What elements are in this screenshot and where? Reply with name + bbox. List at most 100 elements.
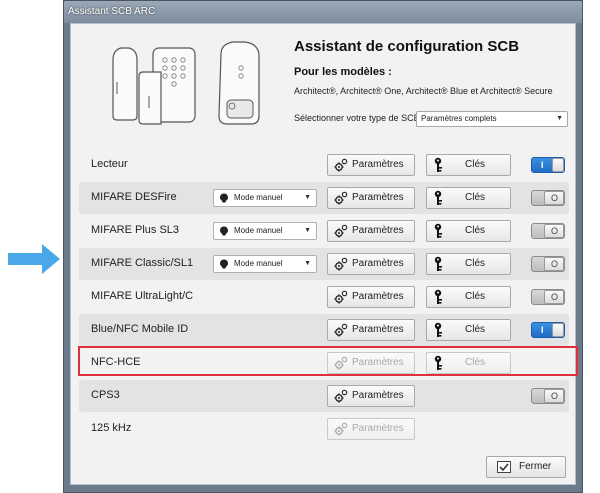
params-button[interactable]: Paramètres — [327, 187, 415, 209]
row-name: MIFARE DESFire — [91, 191, 177, 203]
key-icon — [434, 322, 442, 337]
keys-button[interactable]: Clés — [426, 220, 511, 242]
key-icon — [434, 190, 442, 205]
enable-toggle[interactable]: O — [531, 223, 565, 239]
params-label: Paramètres — [352, 324, 404, 335]
mode-select[interactable]: Mode manuel ▼ — [213, 189, 317, 207]
toggle-knob — [552, 323, 564, 337]
row-name: 125 kHz — [91, 422, 132, 434]
toggle-off-mark: O — [550, 391, 558, 401]
gears-icon — [334, 356, 348, 370]
window-title: Assistant SCB ARC — [64, 1, 582, 23]
params-button[interactable]: Paramètres — [327, 286, 415, 308]
enable-toggle[interactable]: I — [531, 322, 565, 338]
mode-value: Mode manuel — [234, 193, 283, 202]
row-name: Lecteur — [91, 158, 128, 170]
toggle-off-mark: O — [550, 259, 558, 269]
key-icon — [434, 256, 442, 271]
row-mifare-classic-sl1: MIFARE Classic/SL1 Mode manuel ▼ Paramètres… — [79, 248, 569, 280]
mode-select[interactable]: Mode manuel ▼ — [213, 222, 317, 240]
toggle-off-mark: O — [550, 292, 558, 302]
keys-label: Clés — [465, 324, 486, 335]
pointer-arrow-icon — [8, 244, 60, 274]
toggle-off-mark: O — [550, 226, 558, 236]
chip-icon — [220, 226, 228, 236]
mode-value: Mode manuel — [234, 259, 283, 268]
checkbox-icon — [497, 461, 511, 473]
params-label: Paramètres — [352, 357, 404, 368]
gears-icon — [334, 290, 348, 304]
models-heading: Pour les modèles : — [294, 66, 392, 78]
row-name: NFC-HCE — [91, 356, 141, 368]
keys-button[interactable]: Clés — [426, 319, 511, 341]
keys-label: Clés — [465, 357, 486, 368]
row-cps3: CPS3 Paramètres O — [79, 380, 569, 412]
params-button[interactable]: Paramètres — [327, 418, 415, 440]
row-lecteur: Lecteur Paramètres Clés I — [79, 149, 569, 181]
keys-button[interactable]: Clés — [426, 253, 511, 275]
chevron-down-icon: ▼ — [304, 194, 311, 201]
key-icon — [434, 157, 442, 172]
params-label: Paramètres — [352, 159, 404, 170]
mode-select[interactable]: Mode manuel ▼ — [213, 255, 317, 273]
keys-button[interactable]: Clés — [426, 187, 511, 209]
gears-icon — [334, 224, 348, 238]
reader-devices-illustration — [112, 41, 260, 125]
assistant-window: Assistant SCB ARC Assistant de configura… — [63, 0, 583, 493]
params-label: Paramètres — [352, 258, 404, 269]
enable-toggle[interactable]: O — [531, 289, 565, 305]
row-nfc-hce: NFC-HCE Paramètres Clés — [79, 347, 569, 379]
enable-toggle[interactable]: I — [531, 157, 565, 173]
toggle-knob — [552, 158, 564, 172]
row-mifare-desfire: MIFARE DESFire Mode manuel ▼ Paramètres Clés… — [79, 182, 569, 214]
gears-icon — [334, 422, 348, 436]
gears-icon — [334, 191, 348, 205]
keys-label: Clés — [465, 258, 486, 269]
keys-button[interactable]: Clés — [426, 286, 511, 308]
params-button[interactable]: Paramètres — [327, 319, 415, 341]
keys-button[interactable]: Clés — [426, 154, 511, 176]
params-label: Paramètres — [352, 225, 404, 236]
chevron-down-icon: ▼ — [304, 227, 311, 234]
chip-icon — [220, 193, 228, 203]
row-name: MIFARE Plus SL3 — [91, 224, 180, 236]
scb-type-value: Paramètres complets — [421, 114, 497, 123]
enable-toggle[interactable]: O — [531, 190, 565, 206]
params-button[interactable]: Paramètres — [327, 220, 415, 242]
toggle-off-mark: O — [550, 193, 558, 203]
row-mifare-plus-sl3: MIFARE Plus SL3 Mode manuel ▼ Paramètres Clé… — [79, 215, 569, 247]
close-button[interactable]: Fermer — [486, 456, 566, 478]
gears-icon — [334, 158, 348, 172]
mode-value: Mode manuel — [234, 226, 283, 235]
row-mifare-ultralight-c: MIFARE UltraLight/C Paramètres Clés O — [79, 281, 569, 313]
params-button[interactable]: Paramètres — [327, 352, 415, 374]
key-icon — [434, 223, 442, 238]
dialog-panel: Assistant de configuration SCB Pour les … — [70, 23, 576, 485]
keys-label: Clés — [465, 159, 486, 170]
params-button[interactable]: Paramètres — [327, 154, 415, 176]
dialog-header: Assistant de configuration SCB Pour les … — [71, 24, 577, 154]
key-icon — [434, 289, 442, 304]
enable-toggle[interactable]: O — [531, 388, 565, 404]
key-icon — [434, 355, 442, 370]
params-button[interactable]: Paramètres — [327, 385, 415, 407]
keys-label: Clés — [465, 291, 486, 302]
row-name: Blue/NFC Mobile ID — [91, 323, 189, 335]
params-button[interactable]: Paramètres — [327, 253, 415, 275]
dialog-title: Assistant de configuration SCB — [294, 38, 520, 55]
enable-toggle[interactable]: O — [531, 256, 565, 272]
row-125-khz: 125 kHz Paramètres — [79, 413, 569, 445]
params-label: Paramètres — [352, 423, 404, 434]
row-name: CPS3 — [91, 389, 120, 401]
keys-label: Clés — [465, 192, 486, 203]
chevron-down-icon: ▼ — [556, 115, 563, 122]
scb-type-select[interactable]: Paramètres complets ▼ — [416, 111, 568, 127]
row-blue-nfc-mobile-id: Blue/NFC Mobile ID Paramètres Clés I — [79, 314, 569, 346]
keys-button[interactable]: Clés — [426, 352, 511, 374]
row-name: MIFARE Classic/SL1 — [91, 257, 194, 269]
params-label: Paramètres — [352, 192, 404, 203]
gears-icon — [334, 389, 348, 403]
keys-label: Clés — [465, 225, 486, 236]
gears-icon — [334, 323, 348, 337]
chip-icon — [220, 259, 228, 269]
